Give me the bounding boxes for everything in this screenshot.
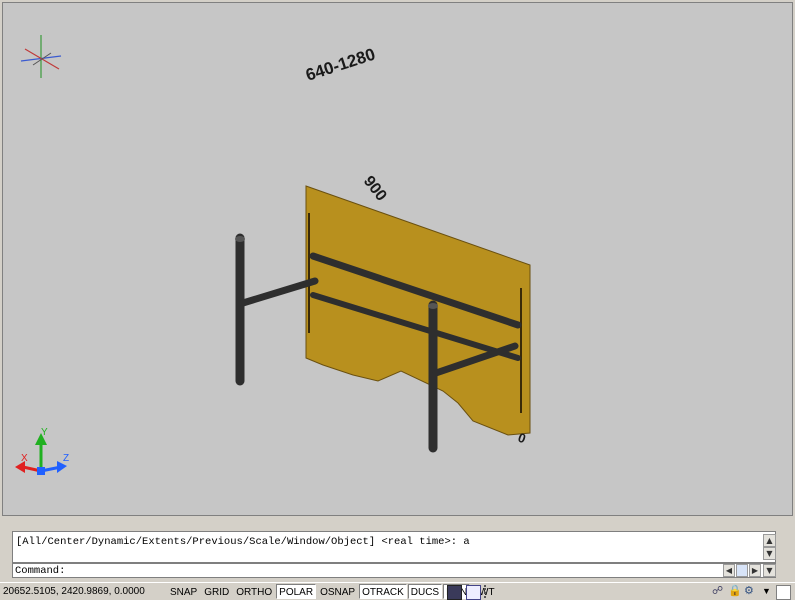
command-input[interactable]: Command: ◀ ▶ ▼: [12, 563, 776, 578]
dimension-text-side: 900: [360, 173, 390, 205]
clean-screen-icon[interactable]: [776, 585, 791, 600]
toggle-grid[interactable]: GRID: [201, 584, 232, 599]
leg-cap-left: [235, 236, 245, 242]
coordinate-display[interactable]: 20652.5105, 2420.9869, 0.0000: [3, 586, 145, 597]
history-scroll-up-button[interactable]: ▲: [763, 534, 776, 547]
toggle-snap[interactable]: SNAP: [167, 584, 200, 599]
toggle-polar[interactable]: POLAR: [276, 584, 317, 599]
command-line-panel: [All/Center/Dynamic/Extents/Previous/Sca…: [0, 517, 795, 581]
command-history-line: [All/Center/Dynamic/Extents/Previous/Sca…: [16, 536, 470, 548]
autocad-window: 640-1280 900 0 Y X Z [All/Center/Dynamic…: [0, 0, 795, 600]
input-scroll-down-button[interactable]: ▼: [763, 564, 776, 577]
desk-panel[interactable]: [305, 185, 531, 436]
command-prompt: Command:: [15, 565, 66, 577]
ucs-y-label: Y: [41, 427, 48, 438]
menu-arrow-icon[interactable]: ▼: [762, 585, 775, 598]
dimension-text-top: 640-1280: [303, 45, 377, 85]
drawing-canvas[interactable]: 640-1280 900 0 Y X Z: [3, 3, 792, 515]
leg-cap-right: [428, 303, 438, 309]
hscroll-right-button[interactable]: ▶: [749, 564, 761, 577]
toolbar-lock-icon[interactable]: ⚙: [744, 585, 757, 598]
status-bar: 20652.5105, 2420.9869, 0.0000 SNAP GRID OR…: [0, 582, 795, 600]
toggle-otrack[interactable]: OTRACK: [359, 584, 407, 599]
model-icon[interactable]: [447, 585, 462, 600]
hscroll-thumb[interactable]: [736, 564, 748, 577]
lock-icon[interactable]: 🔒: [728, 585, 742, 598]
toggle-osnap[interactable]: OSNAP: [317, 584, 358, 599]
command-history[interactable]: [All/Center/Dynamic/Extents/Previous/Sca…: [12, 531, 776, 563]
drawing-viewport[interactable]: 640-1280 900 0 Y X Z: [2, 2, 793, 516]
ucs-x-label: X: [21, 453, 28, 464]
view-crosshair-icon: [20, 35, 62, 78]
toggle-ortho[interactable]: ORTHO: [233, 584, 275, 599]
comm-center-icon[interactable]: ☍: [712, 585, 725, 598]
hscroll-left-button[interactable]: ◀: [723, 564, 735, 577]
ucs-z-label: Z: [63, 453, 69, 464]
layout-icon[interactable]: [466, 585, 481, 600]
toggle-ducs[interactable]: DUCS: [407, 584, 443, 599]
history-scroll-down-button[interactable]: ▼: [763, 547, 776, 560]
separator-icon: [484, 585, 499, 598]
